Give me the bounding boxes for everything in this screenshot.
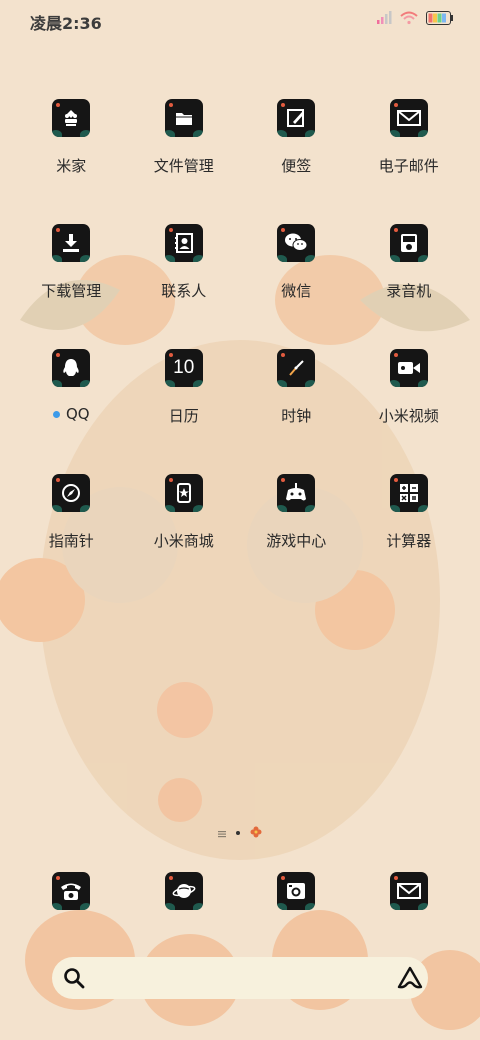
page-indicator[interactable]: [0, 823, 480, 842]
calculator-icon: [389, 474, 428, 512]
clock-icon: [277, 349, 316, 387]
mijia-icon: [52, 99, 91, 137]
mail-icon: [389, 99, 428, 137]
browser-icon: [164, 872, 203, 910]
app-qq[interactable]: QQ: [15, 340, 128, 465]
app-mijia[interactable]: 米家: [15, 90, 128, 215]
app-label: QQ: [65, 405, 90, 423]
recorder-icon: [389, 224, 428, 262]
contacts-icon: [164, 224, 203, 262]
app-label: 日历: [168, 407, 199, 425]
app-wechat[interactable]: 微信: [240, 215, 353, 340]
game-icon: [277, 474, 316, 512]
app-clock[interactable]: 时钟: [240, 340, 353, 465]
dock-browser[interactable]: [128, 872, 241, 912]
search-bar[interactable]: [52, 957, 428, 999]
dock: [15, 872, 465, 912]
app-notes[interactable]: 便签: [240, 90, 353, 215]
app-drawer-indicator-icon: [218, 823, 226, 842]
app-label: 米家: [56, 157, 87, 175]
status-time: 凌晨2:36: [30, 14, 102, 33]
app-compass[interactable]: 指南针: [15, 465, 128, 590]
calendar-icon: 10: [164, 349, 203, 387]
app-label: 时钟: [281, 407, 312, 425]
app-game-center[interactable]: 游戏中心: [240, 465, 353, 590]
calendar-date: 10: [173, 357, 195, 378]
app-calendar[interactable]: 10 日历: [128, 340, 241, 465]
notes-icon: [277, 99, 316, 137]
messages-icon: [389, 872, 428, 910]
app-label: 微信: [281, 282, 312, 300]
app-label: 下载管理: [41, 282, 102, 300]
app-recorder[interactable]: 录音机: [353, 215, 466, 340]
app-contacts[interactable]: 联系人: [128, 215, 241, 340]
wifi-icon: [400, 10, 418, 29]
wechat-icon: [277, 224, 316, 262]
assistant-icon[interactable]: [396, 965, 424, 995]
download-icon: [52, 224, 91, 262]
phone-icon: [52, 872, 91, 910]
app-label: 电子邮件: [378, 157, 439, 175]
app-label: 文件管理: [153, 157, 214, 175]
folder-icon: [164, 99, 203, 137]
app-label: 小米商城: [153, 532, 214, 550]
app-mi-mall[interactable]: 小米商城: [128, 465, 241, 590]
battery-icon: [426, 10, 454, 29]
app-email[interactable]: 电子邮件: [353, 90, 466, 215]
app-label: 计算器: [386, 532, 432, 550]
app-label: 联系人: [161, 282, 207, 300]
dock-messages[interactable]: [353, 872, 466, 912]
app-label: 便签: [281, 157, 312, 175]
new-badge-dot: [52, 410, 60, 418]
app-label: 录音机: [386, 282, 432, 300]
app-mi-video[interactable]: 小米视频: [353, 340, 466, 465]
signal-icon: [376, 10, 392, 29]
mall-icon: [164, 474, 203, 512]
app-file-manager[interactable]: 文件管理: [128, 90, 241, 215]
video-icon: [389, 349, 428, 387]
app-calculator[interactable]: 计算器: [353, 465, 466, 590]
qq-icon: [52, 349, 91, 387]
app-download-manager[interactable]: 下载管理: [15, 215, 128, 340]
compass-icon: [52, 474, 91, 512]
page-dot: [236, 830, 240, 835]
current-page-flower-icon: [250, 823, 262, 842]
dock-camera[interactable]: [240, 872, 353, 912]
app-label: 小米视频: [378, 407, 439, 425]
dock-phone[interactable]: [15, 872, 128, 912]
status-bar: 凌晨2:36: [0, 0, 480, 40]
camera-icon: [277, 872, 316, 910]
search-icon[interactable]: [62, 966, 86, 994]
app-label: 游戏中心: [266, 532, 327, 550]
app-grid: 米家 文件管理 便签 电子邮件 下载管理 联系人 微信 录音机 QQ 10 日历…: [15, 90, 465, 590]
app-label: 指南针: [48, 532, 94, 550]
